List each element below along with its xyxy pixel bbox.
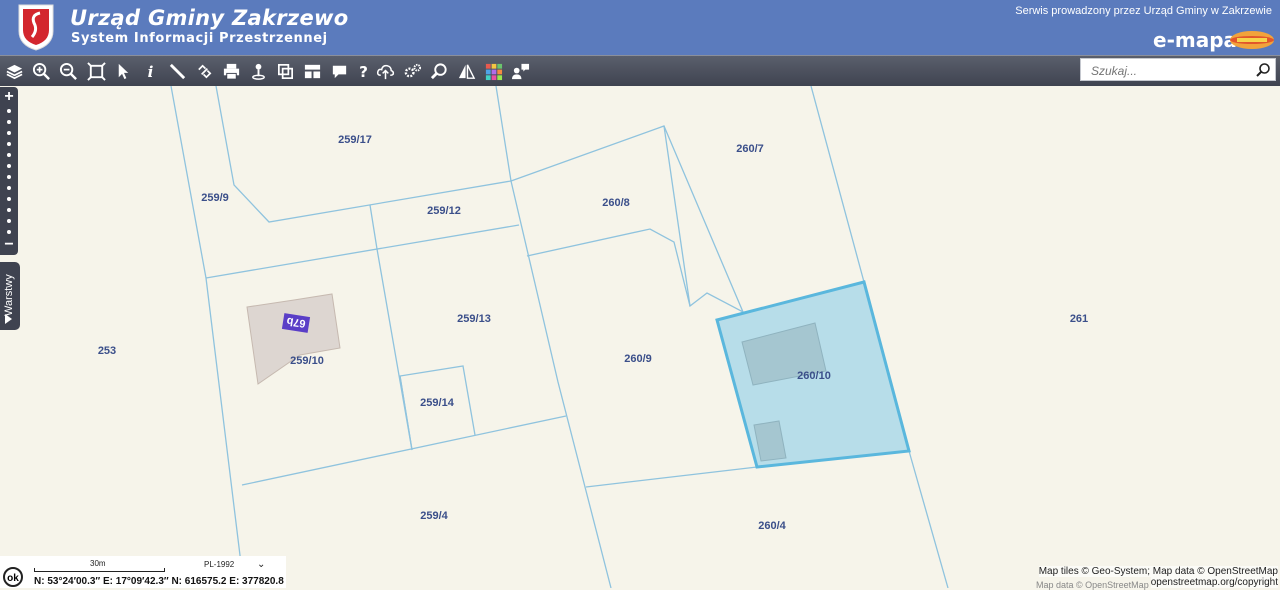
chevron-down-icon[interactable]: ⌄ — [257, 559, 265, 570]
location-pin-icon[interactable] — [247, 60, 269, 82]
brand-badge-icon — [1230, 31, 1274, 49]
pointer-icon[interactable] — [112, 60, 134, 82]
zoom-level-dot[interactable] — [7, 109, 11, 113]
print-icon[interactable] — [220, 60, 242, 82]
link-icon[interactable] — [193, 60, 215, 82]
zoom-in-icon[interactable] — [30, 60, 52, 82]
measure-distance-icon[interactable] — [166, 60, 188, 82]
full-extent-icon[interactable] — [85, 60, 107, 82]
scale-label: 30m — [90, 559, 106, 568]
layers-label: Warstwy — [3, 274, 15, 316]
layers-panel-toggle[interactable]: Warstwy — [0, 262, 20, 330]
coat-of-arms-logo[interactable] — [16, 3, 56, 51]
settings-icon[interactable] — [401, 60, 423, 82]
zoom-out-icon[interactable] — [57, 60, 79, 82]
zoom-slider: + − — [0, 87, 18, 255]
brand-name[interactable]: e-mapa — [1153, 28, 1237, 52]
cloud-upload-icon[interactable] — [374, 60, 396, 82]
help-icon[interactable]: ? — [352, 60, 374, 82]
zoom-level-dot[interactable] — [7, 120, 11, 124]
zoom-level-dot[interactable] — [7, 131, 11, 135]
search-icon[interactable] — [1255, 62, 1271, 78]
attribution-link[interactable]: openstreetmap.org/copyright — [1150, 577, 1278, 588]
zoom-level-dot[interactable] — [7, 142, 11, 146]
parcel-label: 261 — [1070, 313, 1088, 325]
zoom-level-dot[interactable] — [7, 230, 11, 234]
parcel-label: 259/17 — [338, 134, 372, 146]
zoom-level-dot[interactable] — [7, 219, 11, 223]
header: Urząd Gminy Zakrzewo System Informacji P… — [0, 0, 1280, 55]
search-map-icon[interactable] — [428, 60, 450, 82]
app-title: Urząd Gminy Zakrzewo — [70, 6, 349, 30]
app-subtitle: System Informacji Przestrzennej — [71, 31, 328, 46]
zoom-out-button[interactable]: − — [0, 237, 18, 253]
zoom-level-dot[interactable] — [7, 208, 11, 212]
zoom-level-dot[interactable] — [7, 153, 11, 157]
parcel-label: 259/9 — [201, 192, 229, 204]
coordinates-readout: N: 53°24′00.3″ E: 17°09′42.3″ N: 616575.… — [34, 576, 284, 587]
layout-icon[interactable] — [301, 60, 323, 82]
svg-text:?: ? — [359, 63, 368, 81]
parcel-label: 260/4 — [758, 520, 786, 532]
parcel-label: 259/4 — [420, 510, 448, 522]
info-icon[interactable]: i — [139, 60, 161, 82]
user-chat-icon[interactable] — [509, 60, 531, 82]
search-input[interactable] — [1089, 62, 1253, 80]
parcel-label: 253 — [98, 345, 116, 357]
color-grid-icon[interactable] — [482, 60, 504, 82]
zoom-level-dot[interactable] — [7, 164, 11, 168]
ok-button[interactable]: ok — [3, 567, 23, 587]
zoom-in-button[interactable]: + — [0, 89, 18, 105]
zoom-level-dot[interactable] — [7, 186, 11, 190]
parcel-label: 259/14 — [420, 397, 455, 409]
parcel-label: 259/13 — [457, 313, 491, 325]
zoom-level-dot[interactable] — [7, 175, 11, 179]
zoom-level-dot[interactable] — [7, 197, 11, 201]
projection-select[interactable]: PL-1992 — [204, 560, 234, 569]
attribution-text: Map tiles © Geo-System; Map data © OpenS… — [1038, 566, 1278, 577]
parcel-label: 260/7 — [736, 143, 764, 155]
parcel-label: 260/10 — [797, 370, 831, 382]
parcel-label: 259/12 — [427, 205, 461, 217]
attribution-faded: Map data © OpenStreetMap — [1036, 580, 1149, 590]
layers-icon[interactable] — [3, 60, 25, 82]
search-box — [1080, 58, 1276, 81]
parcel-label: 260/9 — [624, 353, 652, 365]
compare-icon[interactable] — [455, 60, 477, 82]
parcel-label: 259/10 — [290, 355, 324, 367]
served-by-text: Serwis prowadzony przez Urząd Gminy w Za… — [1015, 5, 1272, 17]
status-bar: ok 30m PL-1992 ⌄ N: 53°24′00.3″ E: 17°09… — [0, 556, 286, 588]
parcel-label: 260/8 — [602, 197, 630, 209]
comment-icon[interactable] — [328, 60, 350, 82]
scale-bar — [34, 568, 165, 572]
copy-window-icon[interactable] — [274, 60, 296, 82]
map-canvas[interactable]: 67b 259/17 259/9 259/12 260/8 260/7 261 … — [0, 86, 1280, 588]
svg-text:i: i — [147, 63, 153, 81]
